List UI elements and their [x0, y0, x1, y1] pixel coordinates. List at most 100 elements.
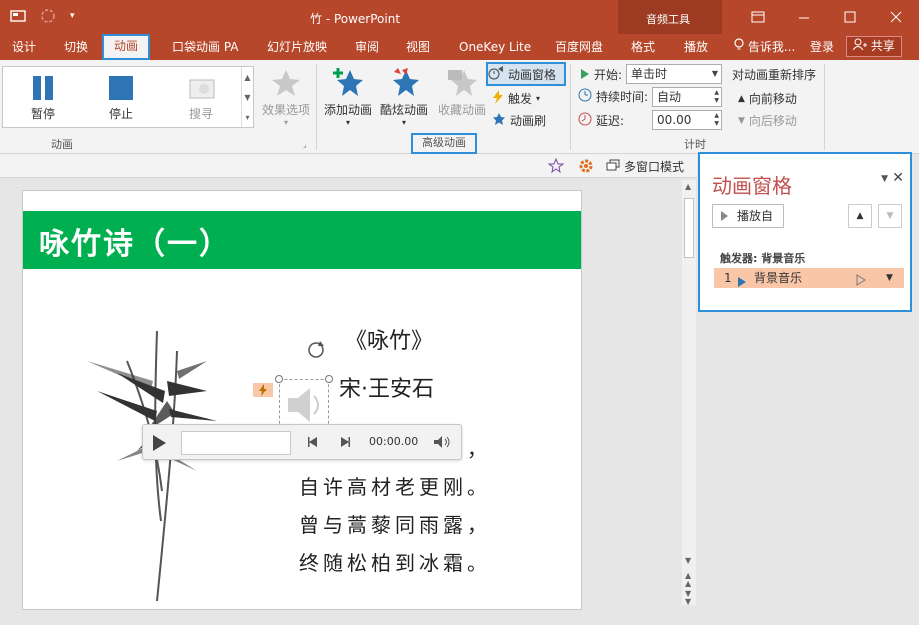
gear-icon[interactable]: [578, 158, 594, 177]
play-from-button[interactable]: 播放自: [712, 204, 784, 228]
rewind-icon[interactable]: [307, 435, 319, 452]
reorder-title: 对动画重新排序: [732, 68, 817, 82]
customize-qat-icon[interactable]: ▾: [70, 11, 75, 21]
login-link[interactable]: 登录: [810, 34, 834, 60]
trigger-heading: 触发器: 背景音乐: [720, 252, 806, 265]
move-up-button[interactable]: ▲: [848, 204, 872, 228]
move-later-button[interactable]: ▼ 向后移动: [738, 112, 797, 129]
tab-playback[interactable]: 播放: [684, 34, 708, 60]
clock-icon: [578, 88, 592, 105]
trigger-button[interactable]: 触发 ▾: [492, 90, 540, 107]
triangle-up-icon: ▲: [738, 93, 745, 104]
fancy-animation-button[interactable]: 酷炫动画 ▾: [376, 66, 432, 127]
effect-options-label: 效果选项: [261, 103, 310, 117]
timeline-play-icon: [856, 272, 866, 292]
slide-scrollbar[interactable]: ▲ ▼ ▲ ▲ ▼ ▼: [682, 180, 696, 606]
rotate-handle-icon[interactable]: [305, 339, 327, 364]
add-animation-button[interactable]: 添加动画 ▾: [320, 66, 376, 127]
windows-icon: [606, 159, 620, 174]
tab-pocket-animation[interactable]: 口袋动画 PA: [172, 34, 239, 60]
tell-me-box[interactable]: 告诉我...: [734, 34, 795, 60]
animation-gallery[interactable]: 暂停 停止 搜寻 ▲ ▼ ▾: [2, 66, 254, 128]
dialog-launcher-icon[interactable]: ⌟: [303, 140, 307, 149]
fancy-star-icon: [376, 66, 432, 101]
move-earlier-button[interactable]: ▲ 向前移动: [738, 90, 797, 107]
gallery-item-stop[interactable]: 停止: [81, 67, 161, 127]
magic-star-icon[interactable]: [547, 157, 565, 177]
maximize-icon[interactable]: [827, 0, 873, 34]
poem-line4: 终随松柏到冰霜。: [299, 551, 491, 575]
seek-icon: [189, 75, 215, 101]
animation-painter-button[interactable]: 动画刷: [492, 112, 546, 129]
duration-value: 自动: [657, 90, 682, 104]
media-player: 00:00.00: [142, 424, 462, 460]
speaker-icon: [288, 388, 319, 422]
scroll-thumb[interactable]: [684, 198, 694, 258]
delay-spin-icon[interactable]: ▲ ▼: [714, 112, 719, 128]
trigger-tag-icon[interactable]: [253, 383, 273, 397]
triangle-up-icon: ▲: [856, 211, 864, 221]
tab-design[interactable]: 设计: [12, 34, 36, 60]
redo-icon[interactable]: [40, 8, 56, 24]
play-icon[interactable]: [153, 435, 166, 451]
gallery-more-icon[interactable]: ▾: [245, 113, 249, 122]
animation-pane-button[interactable]: 动画窗格: [486, 62, 566, 86]
fancy-animation-label: 酷炫动画: [379, 103, 428, 117]
volume-icon[interactable]: [433, 435, 451, 452]
slideshow-icon[interactable]: [10, 9, 26, 23]
collect-animation-label: 收藏动画: [437, 103, 486, 117]
ribbon-display-icon[interactable]: [735, 0, 781, 34]
pane-options-icon[interactable]: ▼: [881, 174, 888, 184]
minimize-icon[interactable]: [781, 0, 827, 34]
move-down-button[interactable]: ▼: [878, 204, 902, 228]
banner-title: 咏竹诗（一）: [39, 227, 231, 262]
trigger-label: 触发: [508, 92, 533, 106]
title-banner[interactable]: 咏竹诗（一）: [23, 211, 581, 269]
gallery-scroll[interactable]: ▲ ▼ ▾: [241, 67, 253, 127]
start-select[interactable]: 单击时 ▼: [626, 64, 722, 84]
gallery-item-pause[interactable]: 暂停: [3, 67, 83, 127]
pane-close-icon[interactable]: ✕: [892, 170, 904, 186]
slide-canvas[interactable]: 咏竹诗（一） 《咏竹》 宋·王安石 ， 自许高材老更刚。 曾与蒿藜同雨露， 终随…: [22, 190, 582, 610]
tab-review[interactable]: 审阅: [355, 34, 379, 60]
effect-options-button[interactable]: 效果选项 ▾: [258, 68, 314, 127]
multi-window-label: 多窗口模式: [624, 160, 685, 174]
bamboo-painting[interactable]: [57, 321, 227, 606]
duration-field[interactable]: 自动 ▲ ▼: [652, 87, 722, 107]
resize-handle[interactable]: [325, 375, 333, 383]
animation-list-item[interactable]: 1 背景音乐 ▼: [714, 268, 904, 288]
pause-icon: [31, 75, 55, 101]
tab-slideshow[interactable]: 幻灯片放映: [267, 34, 327, 60]
scroll-up-icon[interactable]: ▲: [685, 182, 691, 191]
previous-slide-icon[interactable]: ▲ ▲: [685, 572, 691, 588]
row-dropdown-icon[interactable]: ▼: [886, 268, 893, 288]
start-value: 单击时: [631, 67, 668, 81]
tab-view[interactable]: 视图: [406, 34, 430, 60]
tab-transitions[interactable]: 切换: [64, 34, 88, 60]
gallery-down-icon[interactable]: ▼: [244, 93, 250, 102]
gallery-label-pause: 暂停: [30, 107, 55, 121]
multi-window-button[interactable]: 多窗口模式: [606, 158, 684, 175]
progress-track[interactable]: [181, 431, 291, 455]
chevron-down-icon: ▼: [711, 69, 718, 78]
tab-baidu-netdisk[interactable]: 百度网盘: [555, 34, 603, 60]
scroll-down-icon[interactable]: ▼: [685, 556, 691, 565]
tab-animations[interactable]: 动画: [101, 34, 151, 60]
collect-animation-button[interactable]: 收藏动画: [434, 66, 490, 118]
gallery-item-seek[interactable]: 搜寻: [161, 67, 241, 127]
collect-star-icon: [434, 66, 490, 101]
duration-spin-icon[interactable]: ▲ ▼: [714, 89, 719, 105]
forward-icon[interactable]: [339, 435, 351, 452]
close-icon[interactable]: [873, 0, 919, 34]
gallery-up-icon[interactable]: ▲: [244, 73, 250, 82]
audio-object[interactable]: [279, 379, 329, 429]
resize-handle[interactable]: [275, 375, 283, 383]
tab-format[interactable]: 格式: [631, 34, 655, 60]
tab-onekey-lite[interactable]: OneKey Lite: [459, 34, 531, 60]
animation-pane: 动画窗格 ▼ ✕ 播放自 ▲ ▼ 触发器: 背景音乐 1 背景音乐 ▼: [698, 152, 912, 312]
add-animation-dropdown-icon: ▾: [345, 118, 350, 127]
row-index: 1: [724, 271, 732, 285]
next-slide-icon[interactable]: ▼ ▼: [685, 590, 691, 606]
delay-field[interactable]: 00.00 ▲ ▼: [652, 110, 722, 130]
share-button[interactable]: 共享: [846, 36, 902, 57]
